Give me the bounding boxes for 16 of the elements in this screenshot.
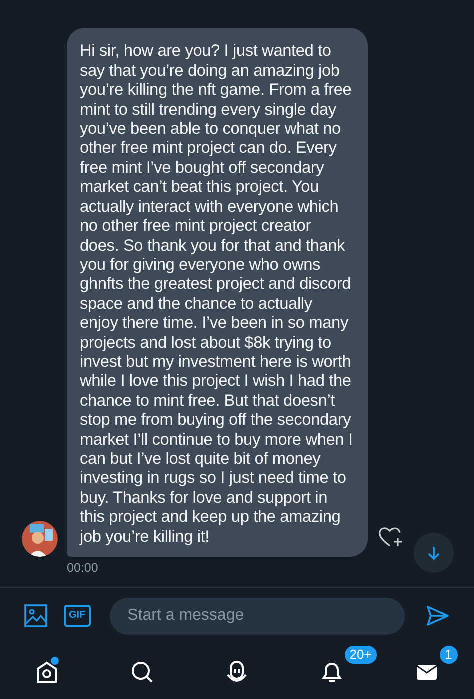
image-icon[interactable] (24, 604, 48, 628)
gif-button[interactable]: GIF (64, 605, 91, 627)
timestamp: 00:00 (67, 561, 100, 575)
count-badge: 20+ (344, 644, 378, 664)
message-input[interactable]: Start a message (110, 598, 406, 634)
microphone-icon[interactable] (226, 660, 248, 682)
count-badge: 1 (438, 644, 459, 664)
bell-icon[interactable] (320, 660, 343, 682)
avatar[interactable] (22, 521, 58, 557)
heart-plus-icon[interactable] (378, 525, 404, 549)
arrow-down-icon (426, 545, 442, 561)
search-icon[interactable] (131, 660, 154, 682)
send-icon[interactable] (426, 605, 450, 627)
message-text: Hi sir, how are you? I just wanted to say that you’re doing an amazing job you’re killing the nft game. From a free mint to still trending every single day you’ve been able to conquer what no other free mint project can do. Every free mint I’ve bought off secondary market can’t beat this project. You actually interact with everyone which no other free mint project creator does. So thank you for that and thank you for giving everyone who owns ghnfts the greatest project and discord space and the chance to actually enjoy there time. I’ve been in so many projects and lost about $8k trying to invest but my investment here is worth while I love this project I wish I had the chance to mint free. But that doesn’t stop me from buying off the secondary market I’ll continue to buy more when I can but I’ve lost quite bit of money investing in rugs so I just need time to buy. Thanks for love and support in this project and keep up the amazing job you’re killing it! (80, 42, 354, 547)
scroll-down-button[interactable] (414, 533, 454, 573)
home-icon[interactable] (36, 660, 58, 682)
